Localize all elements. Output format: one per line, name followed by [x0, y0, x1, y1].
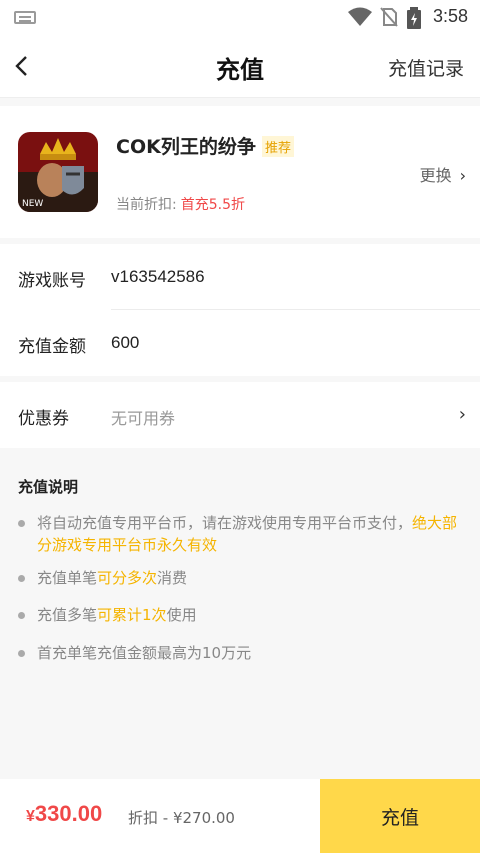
- coupon-label: 优惠券: [18, 409, 69, 429]
- recharge-form: 游戏账号 v163542586 充值金额 600: [0, 244, 480, 376]
- pay-button[interactable]: 充值: [320, 779, 480, 853]
- discount-value: 首充5.5折: [180, 197, 245, 213]
- game-icon: NEW: [18, 132, 98, 212]
- coupon-value: 无可用券: [111, 409, 176, 428]
- bullet-dot: [18, 650, 25, 657]
- keyboard-icon: [14, 11, 36, 24]
- svg-text:NEW: NEW: [22, 199, 43, 209]
- bullet-dot: [18, 612, 25, 619]
- game-name: COK列王的纷争: [116, 136, 256, 158]
- instruction-item: 首充单笔充值金额最高为10万元: [18, 642, 458, 664]
- chevron-right-icon: ›: [458, 404, 466, 425]
- change-label: 更换: [419, 166, 452, 185]
- instruction-item: 将自动充值专用平台币，请在游戏使用专用平台币支付，绝大部分游戏专用平台币永久有效: [18, 512, 458, 556]
- checkout-bar: ¥330.00 折扣 - ¥270.00 充值: [0, 779, 480, 853]
- instructions-title: 充值说明: [18, 478, 79, 496]
- discount-label: 当前折扣:: [116, 197, 177, 213]
- instruction-item: 充值多笔可累计1次使用: [18, 604, 458, 626]
- status-time: 3:58: [432, 6, 468, 26]
- wifi-icon: [348, 7, 372, 26]
- discount-amount: 折扣 - ¥270.00: [128, 809, 235, 827]
- total-price: ¥330.00: [26, 801, 103, 826]
- current-discount: 当前折扣: 首充5.5折: [116, 194, 245, 214]
- status-bar: 3:58: [0, 0, 480, 34]
- chevron-right-icon: ›: [459, 166, 466, 185]
- no-sim-icon: [380, 7, 398, 27]
- recommend-badge: 推荐: [262, 136, 295, 157]
- account-label: 游戏账号: [18, 271, 86, 291]
- amount-label: 充值金额: [18, 337, 86, 357]
- change-game-button[interactable]: 更换 ›: [420, 162, 466, 186]
- game-card: NEW COK列王的纷争 推荐 更换 › 当前折扣: 首充5.5折: [0, 106, 480, 238]
- bullet-dot: [18, 575, 25, 582]
- account-field[interactable]: v163542586: [111, 267, 205, 287]
- coupon-row[interactable]: 优惠券 无可用券 ›: [0, 382, 480, 448]
- amount-row[interactable]: 充值金额 600: [0, 310, 480, 376]
- instruction-item: 充值单笔可分多次消费: [18, 567, 458, 589]
- bullet-dot: [18, 520, 25, 527]
- recharge-records-link[interactable]: 充值记录: [388, 54, 464, 81]
- amount-field[interactable]: 600: [111, 333, 139, 353]
- header-bar: 充值 充值记录: [0, 34, 480, 98]
- battery-charging-icon: [407, 7, 421, 29]
- account-row[interactable]: 游戏账号 v163542586: [0, 244, 480, 310]
